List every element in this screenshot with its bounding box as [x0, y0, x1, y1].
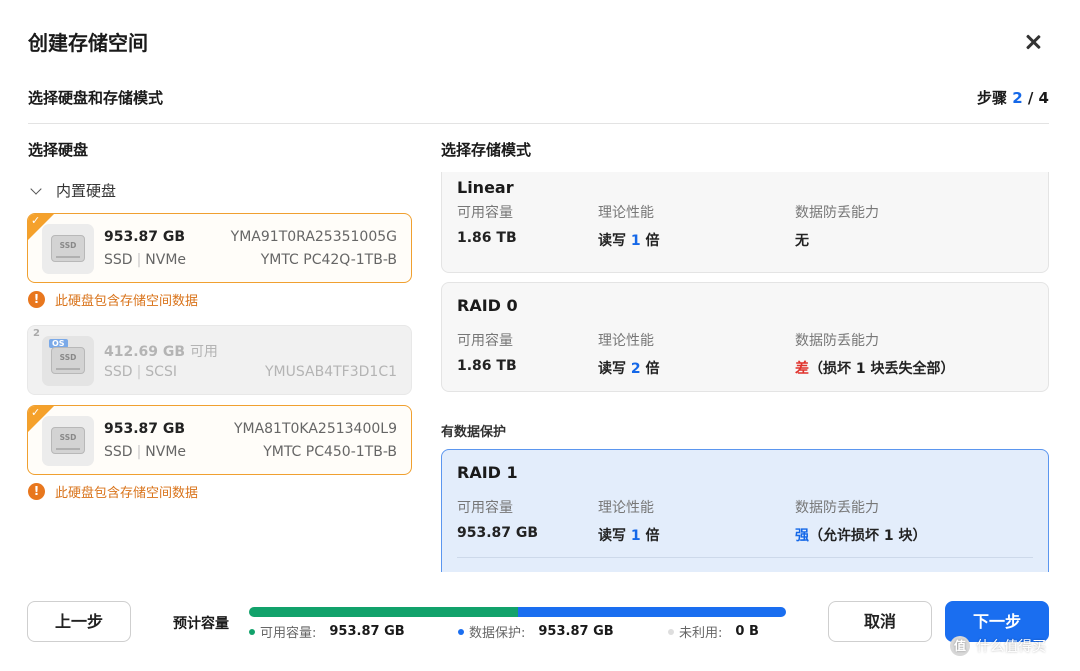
- watermark-logo: 值: [950, 636, 970, 656]
- protection-label: 数据防丢能力: [795, 333, 879, 349]
- disk-card-3[interactable]: ✓ SSD 953.87 GB SSD | NVMe YMA81T0KA251340…: [27, 405, 412, 475]
- disk-serial: YMA81T0KA2513400L9: [233, 421, 397, 437]
- watermark: 值 什么值得买: [950, 636, 1046, 656]
- performance-value: 读写 1 倍: [598, 528, 660, 544]
- cancel-button[interactable]: 取消: [828, 601, 932, 642]
- disk-serial: YMA91T0RA25351005G: [230, 229, 397, 245]
- warning-icon: !: [28, 291, 45, 308]
- mode-name: RAID 1: [457, 463, 518, 482]
- protection-label: 数据防丢能力: [795, 205, 879, 221]
- mode-card-raid0[interactable]: RAID 0 可用容量 理论性能 数据防丢能力 1.86 TB 读写 2 倍 差…: [441, 282, 1049, 392]
- prev-step-button[interactable]: 上一步: [27, 601, 131, 642]
- legend-dot: [668, 628, 674, 635]
- capacity-bar: [249, 607, 786, 617]
- disk-warning-text: 此硬盘包含存储空间数据: [55, 294, 199, 309]
- mode-card-raid1[interactable]: RAID 1 可用容量 理论性能 数据防丢能力 953.87 GB 读写 1 倍…: [441, 449, 1049, 572]
- protection-value: 强（允许损坏 1 块）: [795, 528, 927, 544]
- capacity-label: 可用容量: [457, 205, 513, 221]
- estimate-label: 预计容量: [173, 616, 229, 632]
- chevron-down-icon: [30, 182, 42, 195]
- capacity-label: 可用容量: [457, 333, 513, 349]
- mode-name: Linear: [457, 178, 514, 197]
- capacity-value: 953.87 GB: [457, 525, 539, 541]
- legend-available: 可用容量: 953.87 GB: [249, 622, 405, 641]
- disk-model: YMTC PC42Q-1TB-B: [260, 252, 397, 268]
- mode-list[interactable]: Linear 可用容量 理论性能 数据防丢能力 1.86 TB 读写 1 倍 无…: [441, 172, 1050, 572]
- mode-section-title: 选择存储模式: [441, 141, 532, 159]
- capacity-legend: 可用容量: 953.87 GB 数据保护: 953.87 GB 未利用: 0 B: [249, 622, 809, 642]
- mode-card-linear[interactable]: Linear 可用容量 理论性能 数据防丢能力 1.86 TB 读写 1 倍 无: [441, 172, 1049, 273]
- disk-model: YMUSAB4TF3D1C1: [265, 364, 397, 380]
- step-indicator: 步骤 2 / 4: [977, 87, 1049, 108]
- protected-group-title: 有数据保护: [441, 425, 507, 440]
- disk-index: 2: [33, 328, 40, 339]
- ssd-drive-icon: SSD: [42, 416, 94, 466]
- disk-card-1[interactable]: ✓ SSD 953.87 GB SSD | NVMe YMA91T0RA253510…: [27, 213, 412, 283]
- performance-value: 读写 1 倍: [598, 233, 660, 249]
- disk-capacity: 953.87 GB: [104, 229, 186, 245]
- step-label: 步骤: [976, 89, 1007, 107]
- ssd-drive-icon: OS SSD: [42, 336, 94, 386]
- disk-warning-text: 此硬盘包含存储空间数据: [55, 486, 199, 501]
- capacity-bar-protection: [517, 607, 786, 617]
- protection-value: 无: [795, 233, 809, 249]
- close-icon[interactable]: [1019, 28, 1047, 56]
- watermark-text: 什么值得买: [976, 639, 1046, 655]
- disk-card-2: 2 OS SSD 412.69 GB 可用 SSD | SCSI YMUSAB4TF…: [27, 325, 412, 395]
- disk-section-title: 选择硬盘: [28, 141, 89, 159]
- check-icon: ✓: [31, 406, 41, 419]
- header-divider: [28, 123, 1049, 124]
- disk-capacity: 953.87 GB: [104, 421, 186, 437]
- legend-protection: 数据保护: 953.87 GB: [458, 622, 614, 641]
- disk-type: SSD | NVMe: [104, 252, 187, 268]
- dialog-title: 创建存储空间: [28, 31, 148, 55]
- legend-dot: [249, 628, 255, 635]
- performance-value: 读写 2 倍: [598, 361, 660, 377]
- legend-unused: 未利用: 0 B: [668, 622, 759, 641]
- protection-value: 差（损坏 1 块丢失全部）: [795, 361, 955, 377]
- step-total: / 4: [1027, 89, 1049, 107]
- warning-icon: !: [28, 483, 45, 500]
- check-icon: ✓: [31, 214, 41, 227]
- capacity-bar-available: [249, 607, 518, 617]
- disk-warning: ! 此硬盘包含存储空间数据: [28, 482, 198, 501]
- step-current: 2: [1012, 89, 1023, 107]
- disk-warning: ! 此硬盘包含存储空间数据: [28, 290, 198, 309]
- capacity-label: 可用容量: [457, 500, 513, 516]
- disk-model: YMTC PC450-1TB-B: [263, 444, 397, 460]
- performance-label: 理论性能: [598, 333, 654, 349]
- ssd-drive-icon: SSD: [42, 224, 94, 274]
- disk-type: SSD | SCSI: [104, 364, 177, 380]
- legend-dot: [458, 628, 464, 635]
- mode-name: RAID 0: [457, 296, 518, 315]
- capacity-value: 1.86 TB: [457, 358, 517, 374]
- protection-label: 数据防丢能力: [795, 500, 879, 516]
- dialog-subtitle: 选择硬盘和存储模式: [28, 89, 164, 107]
- disk-capacity: 412.69 GB 可用: [104, 344, 218, 360]
- internal-disk-group-label: 内置硬盘: [56, 182, 117, 200]
- performance-label: 理论性能: [598, 500, 654, 516]
- performance-label: 理论性能: [598, 205, 654, 221]
- disk-type: SSD | NVMe: [104, 444, 187, 460]
- capacity-value: 1.86 TB: [457, 230, 517, 246]
- internal-disk-group[interactable]: 内置硬盘: [28, 180, 116, 201]
- mode-card-divider: [457, 557, 1033, 558]
